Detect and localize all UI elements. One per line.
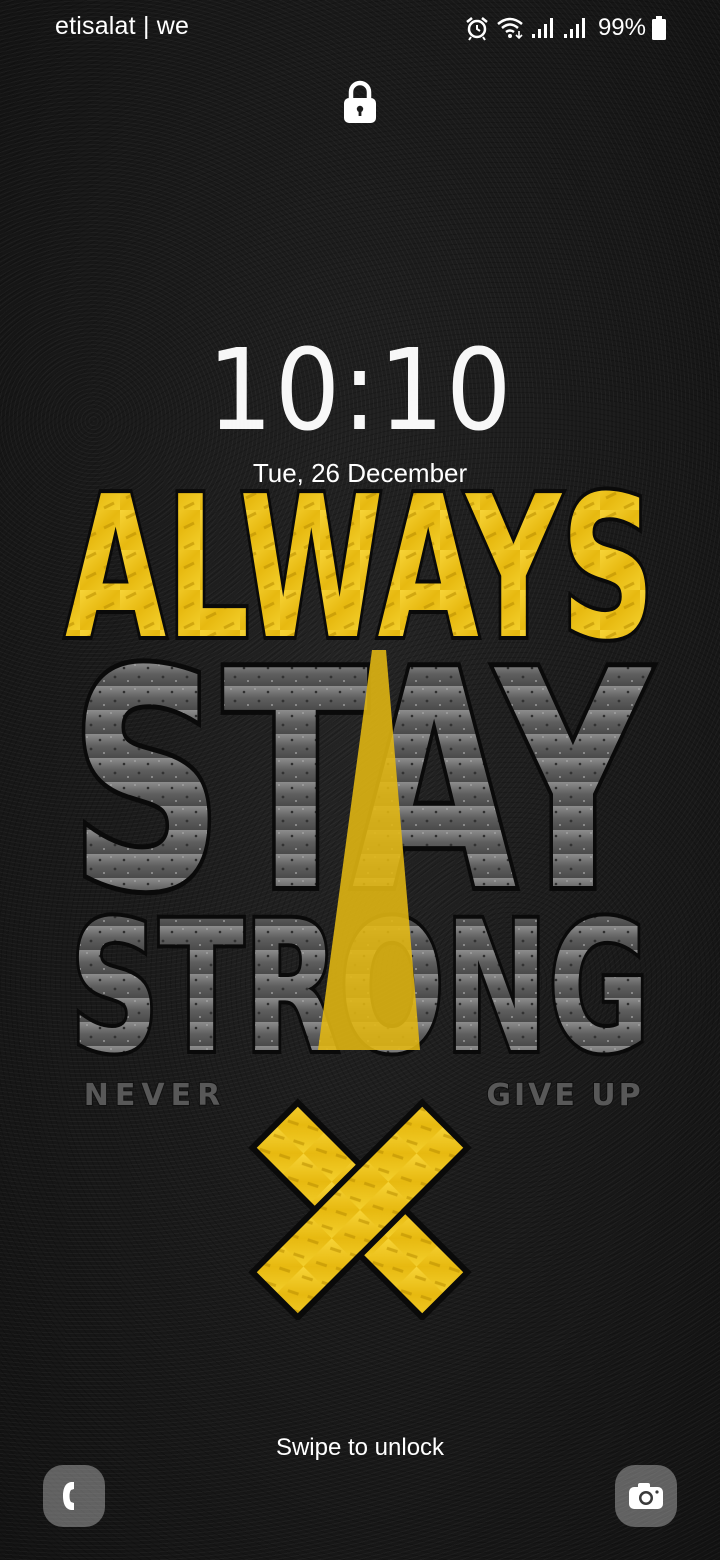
phone-icon [63, 1482, 74, 1510]
phone-shortcut-button[interactable] [43, 1465, 105, 1527]
camera-icon [629, 1483, 663, 1509]
alarm-icon [466, 17, 488, 41]
status-icons: 99% [464, 12, 666, 44]
wallpaper-artwork: ALWAYS STAY STRONG NEVER GIVE UP [61, 470, 659, 1320]
lock-icon[interactable] [343, 80, 377, 124]
swipe-to-unlock-hint: Swipe to unlock [275, 1434, 445, 1461]
wifi-icon [497, 17, 523, 40]
battery-percentage: 99% [597, 14, 646, 41]
clock-time: 10:10 [0, 326, 720, 456]
caption-never: NEVER [84, 1078, 226, 1113]
carrier-name: etisalat | we [55, 12, 190, 40]
caption-give-up: GIVE UP [486, 1078, 643, 1113]
signal-icon [563, 18, 585, 38]
battery-icon [652, 16, 666, 40]
clock-date: Tue, 26 December [252, 458, 468, 488]
signal-icon [531, 18, 553, 38]
camera-shortcut-button[interactable] [615, 1465, 677, 1527]
lock-screen: etisalat | we 99% 10:10 ALWAYS NEVER GIV… [0, 0, 720, 1560]
clock-time-text: 10:10 [206, 326, 514, 456]
status-bar: etisalat | we 99% [0, 0, 720, 56]
